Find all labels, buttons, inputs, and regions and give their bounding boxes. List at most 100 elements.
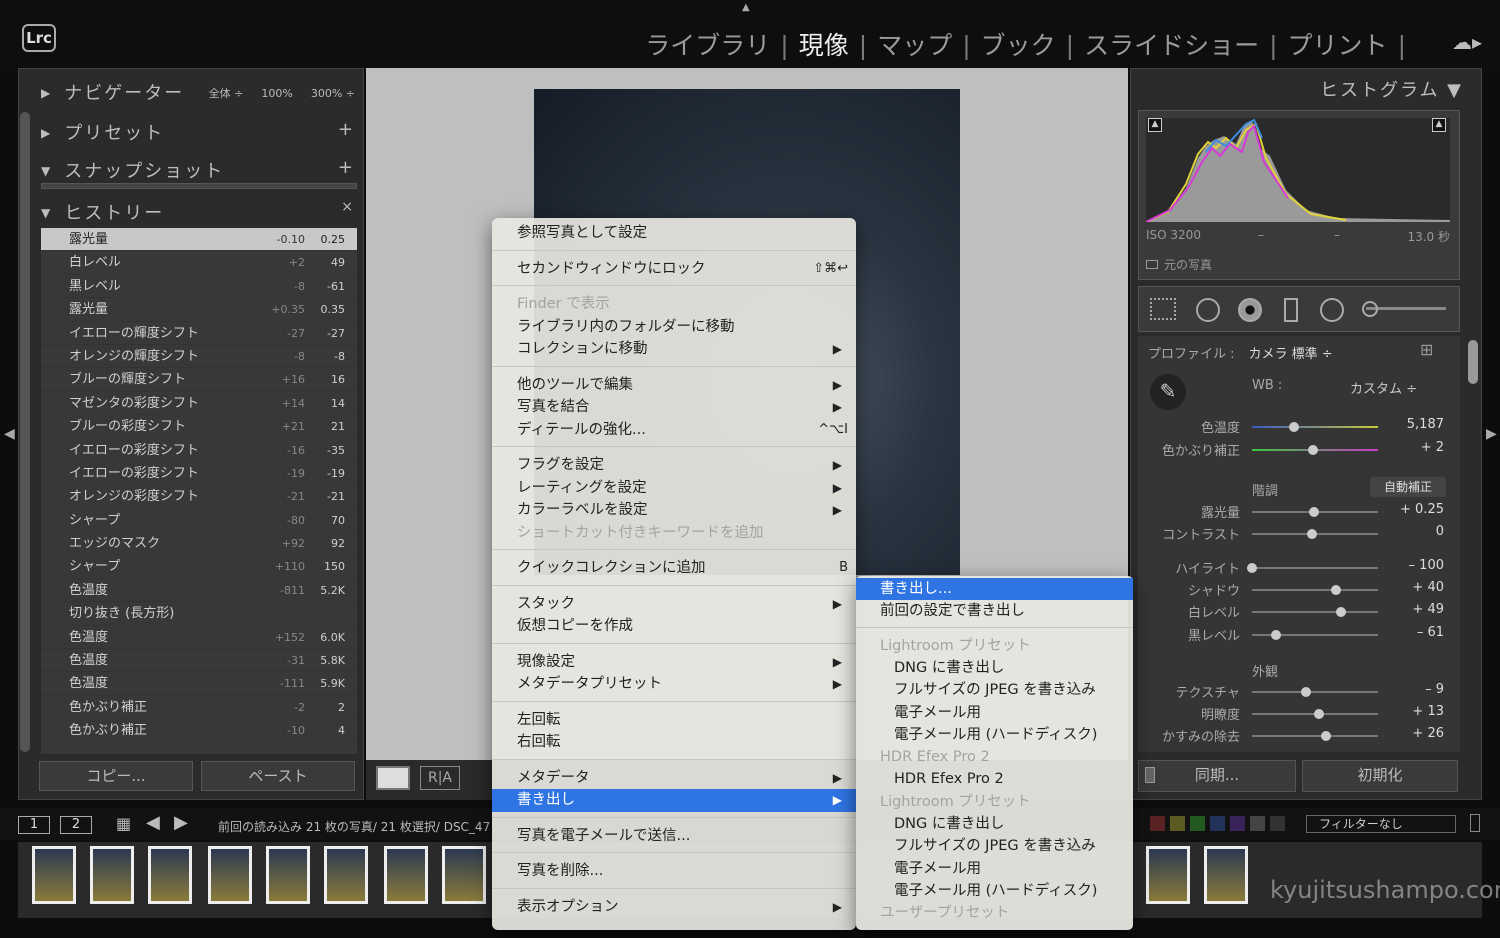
filmstrip-thumbnail[interactable] [442,846,486,904]
slider-track[interactable] [1252,735,1378,737]
history-row[interactable]: シャープ +110 150 [41,555,357,579]
menu-item[interactable]: 左回転 [492,709,856,732]
filter-lock-icon[interactable] [1470,814,1480,832]
zoom-fit[interactable]: 全体 ÷ [209,87,244,100]
spot-removal-icon[interactable] [1196,298,1220,322]
green-label-filter[interactable] [1190,816,1205,831]
zoom-300[interactable]: 300% ÷ [311,87,355,100]
add-snapshot-button[interactable]: + [338,157,355,178]
back-arrow-icon[interactable]: ◀ [146,812,160,833]
slider-track[interactable] [1252,567,1378,569]
crop-icon[interactable] [1150,298,1176,320]
loupe-view-icon[interactable] [376,766,410,790]
history-row[interactable]: 黒レベル -8 -61 [41,275,357,299]
before-after-view-icon[interactable]: R|A [420,766,460,790]
blue-label-filter[interactable] [1210,816,1225,831]
right-panel-scrollbar[interactable] [1468,340,1478,384]
filmstrip-thumbnail[interactable] [384,846,428,904]
history-row[interactable]: オレンジの彩度シフト -21 -21 [41,485,357,509]
menu-item[interactable]: 写真を結合 ▶ [492,396,856,419]
grid-view-icon[interactable]: ▦ [116,814,131,833]
custom-label-filter[interactable] [1270,816,1285,831]
menu-item[interactable]: ライブラリ内のフォルダーに移動 [492,316,856,339]
eyedropper-icon[interactable]: ✎ [1150,374,1186,410]
filmstrip-thumbnail[interactable] [1146,846,1190,904]
forward-arrow-icon[interactable]: ▶ [174,812,188,833]
menu-item[interactable]: クイックコレクションに追加 B [492,557,856,580]
history-row[interactable]: 露光量 -0.10 0.25 [41,228,357,252]
menu-item[interactable]: 写真を電子メールで送信... [492,825,856,848]
window-2-button[interactable]: 2 [60,816,92,834]
history-row[interactable]: マゼンタの彩度シフト +14 14 [41,392,357,416]
shadow-clipping-icon[interactable]: ▲ [1148,118,1162,132]
menu-item[interactable]: レーティングを設定 ▶ [492,477,856,500]
color-label-filters[interactable] [1150,816,1290,832]
menu-item[interactable]: コレクションに移動 ▶ [492,338,856,361]
history-header[interactable]: ▼ ヒストリー × [41,199,359,229]
sync-button[interactable]: 同期... [1138,760,1296,792]
brush-slider[interactable] [1366,307,1446,310]
submenu-item[interactable]: HDR Efex Pro 2 [856,746,1133,768]
slider-value[interactable]: 0 [1384,524,1444,539]
module-4[interactable]: スライドショー [1080,31,1263,60]
histogram-header[interactable]: ヒストグラム ▼ [1320,76,1463,102]
collapse-top-arrow-icon[interactable]: ▲ [742,2,750,13]
history-row[interactable]: 色かぶり補正 -2 2 [41,696,357,720]
navigator-zoom-options[interactable]: 全体 ÷ 100% 300% ÷ [191,85,355,101]
history-row[interactable]: 色温度 -111 5.9K [41,672,357,696]
module-2[interactable]: マップ [873,31,956,60]
slider-value[interactable]: 5,187 [1384,417,1444,432]
menu-item[interactable]: カラーラベルを設定 ▶ [492,499,856,522]
submenu-item[interactable]: ユーザープリセット [856,902,1133,924]
slider-value[interactable]: + 49 [1384,602,1444,617]
slider-value[interactable]: – 61 [1384,625,1444,640]
history-row[interactable]: 色温度 -31 5.8K [41,649,357,673]
graduated-filter-icon[interactable] [1284,298,1298,322]
history-row[interactable]: イエローの彩度シフト -19 -19 [41,462,357,486]
submenu-item[interactable]: 書き出し... [856,578,1133,601]
collapse-left-arrow-icon[interactable]: ◀ [4,426,15,442]
checkbox-icon[interactable] [1146,260,1158,269]
profile-dropdown[interactable]: カメラ 標準 ÷ [1249,347,1333,362]
history-row[interactable]: オレンジの輝度シフト -8 -8 [41,345,357,369]
history-row[interactable]: 色温度 +152 6.0K [41,626,357,650]
menu-item[interactable]: フラグを設定 ▶ [492,454,856,477]
left-panel-scrollbar[interactable] [20,112,30,752]
submenu-item[interactable]: DNG に書き出し [856,813,1133,835]
submenu-item[interactable]: DNG に書き出し [856,657,1133,679]
reset-button[interactable]: 初期化 [1302,760,1458,792]
history-row[interactable]: イエローの輝度シフト -27 -27 [41,322,357,345]
history-row[interactable]: 色温度 -811 5.2K [41,579,357,603]
submenu-item[interactable]: Lightroom プリセット [856,635,1133,657]
menu-item[interactable]: Finder で表示 [492,293,856,316]
menu-item[interactable]: 表示オプション ▶ [492,896,856,919]
sync-toggle-icon[interactable] [1145,767,1155,783]
submenu-item[interactable]: 電子メール用 [856,858,1133,880]
slider-track[interactable] [1252,426,1378,428]
menu-item[interactable]: 現像設定 ▶ [492,651,856,674]
history-row[interactable]: シャープ -80 70 [41,509,357,533]
menu-item[interactable]: メタデータプリセット ▶ [492,673,856,696]
history-row[interactable]: エッジのマスク +92 92 [41,532,357,556]
no-label-filter[interactable] [1250,816,1265,831]
menu-item[interactable]: 仮想コピーを作成 [492,615,856,638]
slider-track[interactable] [1252,691,1378,693]
filmstrip-thumbnail[interactable] [32,846,76,904]
presets-header[interactable]: ▶ プリセット + [41,119,359,149]
original-photo-toggle[interactable]: 元の写真 [1146,256,1212,273]
red-eye-icon[interactable] [1238,298,1262,322]
filmstrip-thumbnail[interactable] [148,846,192,904]
navigator-header[interactable]: ▶ ナビゲーター 全体 ÷ 100% 300% ÷ [41,79,359,109]
profile-row[interactable]: プロファイル : カメラ 標準 ÷ [1148,343,1333,362]
menu-item[interactable]: 右回転 [492,731,856,754]
slider-value[interactable]: + 0.25 [1384,502,1444,517]
add-preset-button[interactable]: + [338,119,355,140]
menu-item[interactable]: セカンドウィンドウにロック ⇧⌘↩ [492,258,856,281]
menu-item[interactable]: 他のツールで編集 ▶ [492,374,856,397]
zoom-100[interactable]: 100% [261,87,292,100]
menu-item[interactable]: 参照写真として設定 [492,222,856,245]
module-1[interactable]: 現像 [795,31,853,60]
slider-value[interactable]: + 2 [1384,440,1444,455]
filmstrip-thumbnail[interactable] [1204,846,1248,904]
cloud-sync-icon[interactable]: ☁▸ [1452,30,1482,54]
